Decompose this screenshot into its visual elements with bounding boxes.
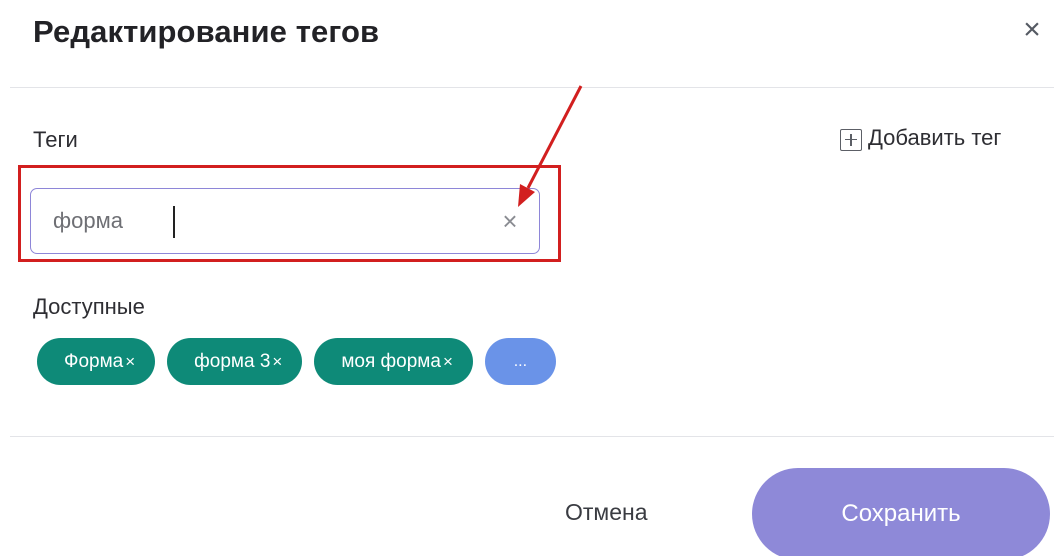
tag-chip[interactable]: моя форма × <box>314 338 473 385</box>
save-button[interactable]: Сохранить <box>752 468 1050 556</box>
clear-icon[interactable]: × <box>493 203 527 239</box>
tags-label: Теги <box>33 127 78 152</box>
text-caret <box>173 206 175 238</box>
available-label: Доступные <box>33 294 145 319</box>
remove-tag-icon[interactable]: × <box>125 352 135 372</box>
tag-search-field[interactable]: × <box>30 188 540 254</box>
remove-tag-icon[interactable]: × <box>443 352 453 372</box>
tag-chip-label: форма 3 <box>194 350 271 372</box>
tag-search-input[interactable] <box>53 199 483 243</box>
dialog-title: Редактирование тегов <box>33 14 380 49</box>
tag-chip[interactable]: Форма × <box>37 338 156 385</box>
add-tag-button[interactable]: Добавить тег <box>840 125 1001 151</box>
available-tags-list: Форма × форма 3 × моя форма × ... <box>37 338 556 385</box>
add-tag-label: Добавить тег <box>868 125 1002 150</box>
tag-chip[interactable]: форма 3 × <box>167 338 303 385</box>
more-tags-button[interactable]: ... <box>484 338 556 385</box>
cancel-button[interactable]: Отмена <box>565 499 648 526</box>
edit-tags-dialog: Редактирование тегов × Теги Добавить тег… <box>0 0 1054 556</box>
close-icon[interactable]: × <box>1014 12 1050 48</box>
tag-chip-label: Форма <box>64 350 124 372</box>
footer-divider <box>10 436 1054 437</box>
tag-chip-label: моя форма <box>341 350 441 372</box>
remove-tag-icon[interactable]: × <box>272 352 282 372</box>
plus-square-icon <box>840 128 862 151</box>
header-divider <box>10 87 1054 88</box>
